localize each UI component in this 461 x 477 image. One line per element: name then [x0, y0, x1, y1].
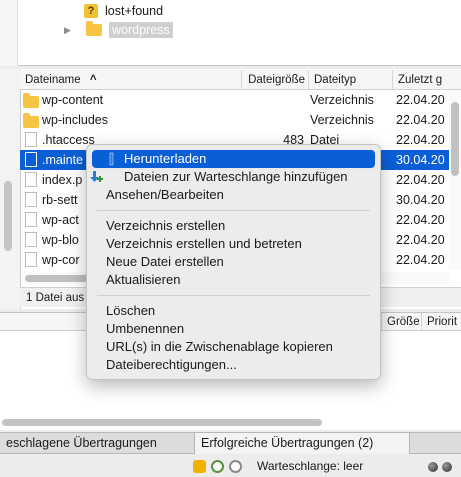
tree-item-wordpress[interactable]: ▶ wordpress	[64, 20, 173, 40]
table-row[interactable]: wp-includes Verzeichnis 22.04.20	[20, 110, 449, 130]
file-list-vertical-scrollbar[interactable]	[449, 90, 461, 270]
tab-successful-transfers[interactable]: Erfolgreiche Übertragungen (2)	[195, 433, 410, 454]
menu-item-verzeichnis-erstellen[interactable]: Verzeichnis erstellen	[87, 217, 380, 235]
menu-item-aktualisieren[interactable]: Aktualisieren	[87, 271, 380, 289]
file-icon	[25, 212, 37, 227]
modified-cell: 22.04.20	[396, 253, 445, 267]
column-header-filesize[interactable]: Dateigröße	[241, 70, 308, 90]
column-header-filename[interactable]: Dateiname ^	[20, 70, 241, 90]
local-scrollbar-thumb[interactable]	[4, 181, 12, 251]
file-icon	[25, 172, 37, 187]
menu-item-label: Herunterladen	[124, 151, 207, 166]
file-icon	[25, 232, 37, 247]
menu-item-label: Ansehen/Bearbeiten	[106, 187, 224, 202]
column-header-filetype[interactable]: Dateityp	[308, 70, 392, 90]
queue-horizontal-scrollbar[interactable]	[0, 416, 461, 428]
column-header-priority[interactable]: Priorit	[421, 313, 461, 331]
context-menu: Herunterladen Dateien zur Warteschlange h…	[86, 144, 381, 380]
menu-separator	[97, 210, 370, 211]
modified-cell: 22.04.20	[396, 233, 445, 247]
folder-icon	[23, 93, 39, 108]
filetype-cell: Verzeichnis	[310, 93, 374, 107]
modified-cell: 30.04.20	[396, 153, 445, 167]
lock-icon	[193, 460, 206, 473]
table-row[interactable]: wp-content Verzeichnis 22.04.20	[20, 90, 449, 110]
file-icon	[25, 152, 37, 167]
menu-item-herunterladen[interactable]: Herunterladen	[92, 150, 375, 168]
menu-item-url-s-in-die-zwischenablage-kopieren[interactable]: URL(s) in die Zwischenablage kopieren	[87, 338, 380, 356]
transfer-led-upload-icon	[428, 462, 438, 472]
tree-item-label: lost+found	[105, 4, 164, 18]
menu-item-label: Dateiberechtigungen...	[106, 357, 237, 372]
menu-item-neue-datei-erstellen[interactable]: Neue Datei erstellen	[87, 253, 380, 271]
menu-item-label: Verzeichnis erstellen	[106, 218, 226, 233]
folder-icon	[23, 113, 39, 128]
modified-cell: 30.04.20	[396, 193, 445, 207]
menu-item-ansehen-bearbeiten[interactable]: Ansehen/Bearbeiten	[87, 186, 380, 204]
column-header-modified[interactable]: Zuletzt g	[392, 70, 461, 90]
menu-separator	[97, 295, 370, 296]
scrollbar-thumb[interactable]	[451, 102, 459, 176]
queue-status-label: Warteschlange: leer	[257, 459, 364, 473]
menu-item-label: Verzeichnis erstellen und betreten	[106, 236, 302, 251]
add-to-queue-icon	[89, 170, 103, 184]
menu-item-label: URL(s) in die Zwischenablage kopieren	[106, 339, 333, 354]
modified-cell: 22.04.20	[396, 173, 445, 187]
menu-item-label: Aktualisieren	[106, 272, 181, 287]
modified-cell: 22.04.20	[396, 113, 445, 127]
menu-item-dateien-zur-warteschlange-hinzufügen[interactable]: Dateien zur Warteschlange hinzufügen	[87, 168, 380, 186]
local-pane-edge	[0, 69, 20, 309]
question-folder-icon: ?	[84, 4, 98, 18]
tree-item-lost-found[interactable]: ? lost+found	[84, 1, 163, 21]
menu-item-label: Umbenennen	[106, 321, 185, 336]
menu-item-label: Löschen	[106, 303, 156, 318]
tree-scroll-strip	[0, 0, 18, 66]
file-icon	[25, 132, 37, 147]
tab-failed-transfers[interactable]: eschlagene Übertragungen	[0, 433, 195, 454]
scrollbar-thumb[interactable]	[2, 419, 322, 426]
menu-item-verzeichnis-erstellen-und-betreten[interactable]: Verzeichnis erstellen und betreten	[87, 235, 380, 253]
status-bar: Warteschlange: leer	[0, 455, 461, 477]
folder-icon	[86, 21, 102, 36]
menu-item-label: Dateien zur Warteschlange hinzufügen	[124, 169, 348, 184]
file-icon	[25, 252, 37, 267]
disclosure-triangle-icon[interactable]: ▶	[64, 25, 74, 36]
modified-cell: 22.04.20	[396, 213, 445, 227]
remote-directory-tree[interactable]: ? lost+found ▶ wordpress	[0, 0, 461, 66]
sort-ascending-icon: ^	[89, 74, 97, 86]
menu-item-label: Neue Datei erstellen	[106, 254, 224, 269]
filetype-cell: Verzeichnis	[310, 113, 374, 127]
modified-cell: 22.04.20	[396, 93, 445, 107]
gear-sync-icon	[211, 460, 224, 473]
column-header-size[interactable]: Größe	[381, 313, 421, 331]
filename-cell: wp-includes	[42, 113, 109, 127]
file-list-header: Dateiname ^ Dateigröße Dateityp Zuletzt …	[20, 70, 461, 90]
modified-cell: 22.04.20	[396, 133, 445, 147]
queue-tabs: eschlagene Übertragungen Erfolgreiche Üb…	[0, 432, 461, 454]
download-icon	[105, 152, 119, 166]
column-header-label: Dateiname	[25, 74, 81, 86]
file-icon	[25, 192, 37, 207]
menu-item-löschen[interactable]: Löschen	[87, 302, 380, 320]
filename-cell: wp-content	[42, 93, 104, 107]
speed-limit-icon	[229, 460, 242, 473]
menu-item-dateiberechtigungen[interactable]: Dateiberechtigungen...	[87, 356, 380, 374]
transfer-led-download-icon	[442, 462, 452, 472]
tree-item-label: wordpress	[109, 22, 173, 38]
menu-item-umbenennen[interactable]: Umbenennen	[87, 320, 380, 338]
